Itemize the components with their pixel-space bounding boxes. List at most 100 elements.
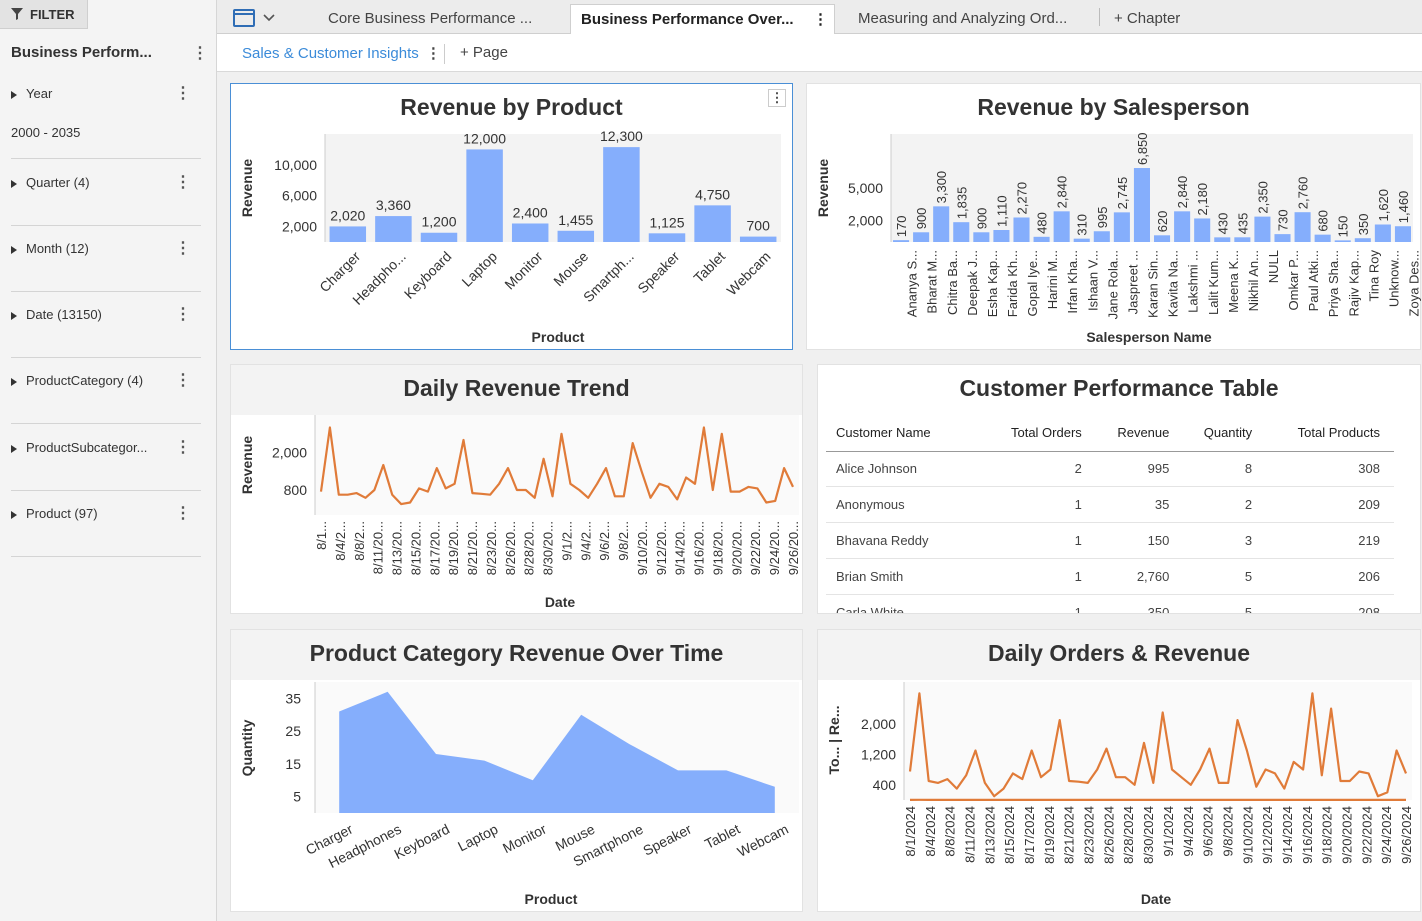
bar [603, 147, 640, 242]
bar [1073, 238, 1090, 242]
table-cell: 5 [1183, 594, 1267, 613]
y-tick-label: 25 [285, 723, 301, 739]
more-options-icon[interactable]: ⋮ [192, 45, 208, 63]
x-tick-label: 9/6/2024 [1201, 806, 1216, 857]
x-tick-label: Laptop [455, 821, 501, 855]
tab-sales-customer-insights[interactable]: Sales & Customer Insights ⋮ [242, 44, 441, 62]
more-options-icon[interactable]: ⋮ [175, 505, 191, 523]
filter-item-year[interactable]: Year ⋮ [11, 85, 201, 103]
data-label: 4,750 [695, 186, 730, 202]
column-header[interactable]: Total Orders [983, 415, 1096, 452]
daily-orders-revenue-card[interactable]: Daily Orders & Revenue 400 1,200 2,000 8/1/… [817, 629, 1421, 912]
table-row[interactable]: Carla White 1 350 5 208 [826, 594, 1394, 613]
y-tick-label: 6,000 [282, 188, 317, 204]
data-label: 150 [1336, 216, 1351, 238]
x-tick-label: 8/17/2024 [1022, 806, 1037, 864]
more-options-icon[interactable]: ⋮ [426, 45, 441, 62]
add-page-button[interactable]: + Page [460, 44, 508, 61]
divider [11, 158, 201, 159]
x-tick-label: 8/19/2024 [1042, 806, 1057, 864]
table-cell: 3 [1183, 522, 1267, 559]
x-tick-label: Kavita Na... [1166, 250, 1181, 317]
table-scroll-area[interactable]: Customer Name Total Orders Revenue Quantity… [818, 365, 1404, 613]
more-options-icon[interactable]: ⋮ [175, 306, 191, 324]
bar [420, 232, 458, 242]
bar [1194, 218, 1211, 242]
data-label: 6,850 [1135, 132, 1150, 165]
data-label: 2,270 [1015, 182, 1030, 215]
x-tick-label: Nikhil An... [1246, 250, 1261, 311]
more-options-icon[interactable]: ⋮ [813, 10, 828, 28]
bar [739, 236, 777, 242]
window-icon [233, 9, 255, 27]
data-label: 730 [1276, 209, 1291, 231]
data-label: 3,300 [934, 171, 949, 204]
table-row[interactable]: Alice Johnson 2 995 8 308 [826, 451, 1394, 488]
bar [1334, 240, 1351, 242]
filter-tab-label: FILTER [30, 6, 75, 22]
data-label: 480 [1035, 212, 1050, 234]
bar [1314, 234, 1331, 242]
x-tick-label: 9/4/2... [578, 521, 593, 561]
more-options-icon[interactable]: ⋮ [175, 174, 191, 192]
x-tick-label: 9/14/20... [673, 521, 688, 575]
table-cell: 308 [1266, 451, 1394, 488]
x-tick-label: Jane Rola... [1105, 250, 1120, 319]
more-options-icon[interactable]: ⋮ [175, 85, 191, 103]
filter-panel: FILTER Business Perform... ⋮ Year ⋮ 2000… [0, 0, 217, 921]
x-tick-label: 9/20/2024 [1339, 806, 1354, 864]
table-row[interactable]: Bhavana Reddy 1 150 3 219 [826, 522, 1394, 559]
column-header[interactable]: Revenue [1095, 415, 1184, 452]
table-cell: Carla White [826, 594, 984, 613]
table-cell: 35 [1095, 486, 1184, 524]
data-label: 2,020 [330, 207, 365, 223]
expand-arrow-icon [11, 510, 17, 519]
add-chapter-button[interactable]: + Chapter [1104, 4, 1190, 34]
tab-business-performance-over[interactable]: Business Performance Over... ⋮ [570, 4, 835, 34]
revenue-by-salesperson-card[interactable]: Revenue by Salesperson 2,000 5,000 170 Anan… [806, 83, 1422, 350]
filter-item-productsubcategory[interactable]: ProductSubcategor... ⋮ [11, 439, 201, 457]
bar [1093, 231, 1110, 242]
daily-revenue-trend-card[interactable]: Daily Revenue Trend 800 2,000 8/1... 8/4/2.… [230, 364, 803, 614]
table-cell: 209 [1266, 486, 1394, 524]
column-header[interactable]: Customer Name [826, 415, 984, 452]
table-cell: 2 [983, 451, 1096, 488]
column-header[interactable]: Total Products [1266, 415, 1394, 452]
filter-item-month[interactable]: Month (12) ⋮ [11, 240, 201, 258]
column-header[interactable]: Quantity [1183, 415, 1267, 452]
x-tick-label: 8/15/2024 [1002, 806, 1017, 864]
product-category-revenue-card[interactable]: Product Category Revenue Over Time 5 15 25… [230, 629, 803, 912]
expand-arrow-icon [11, 377, 17, 386]
tab-core-business-performance[interactable]: Core Business Performance ... [318, 4, 550, 34]
chapter-navigator-button[interactable] [233, 7, 305, 29]
x-tick-label: Meena K... [1226, 250, 1241, 313]
filter-item-quarter[interactable]: Quarter (4) ⋮ [11, 174, 201, 192]
revenue-by-salesperson-chart: 2,000 5,000 170 Ananya S... 900 Bharat M... 3,… [815, 132, 1422, 345]
table-row[interactable]: Brian Smith 1 2,760 5 206 [826, 558, 1394, 595]
revenue-by-product-card[interactable]: Revenue by Product ⋮ 2,000 6,000 10,000 2,0… [230, 83, 793, 350]
more-options-icon[interactable]: ⋮ [175, 240, 191, 258]
x-tick-label: Monitor [501, 248, 546, 293]
x-axis-title: Product [532, 329, 585, 345]
y-tick-label: 5,000 [848, 180, 883, 196]
year-range-value: 2000 - 2035 [11, 125, 81, 140]
table-row[interactable]: Anonymous 1 35 2 209 [826, 486, 1394, 524]
more-options-icon[interactable]: ⋮ [175, 372, 191, 390]
filter-item-date[interactable]: Date (13150) ⋮ [11, 306, 201, 324]
filter-item-productcategory[interactable]: ProductCategory (4) ⋮ [11, 372, 201, 390]
y-tick-label: 15 [285, 756, 301, 772]
more-options-icon[interactable]: ⋮ [175, 439, 191, 457]
filter-tab[interactable]: FILTER [0, 0, 88, 29]
x-tick-label: 8/13/2024 [982, 806, 997, 864]
filter-item-label: Product (97) [26, 506, 98, 521]
tab-measuring-and-analyzing[interactable]: Measuring and Analyzing Ord... [848, 4, 1093, 34]
tab-label: Business Performance Over... [581, 11, 794, 28]
filter-item-product[interactable]: Product (97) ⋮ [11, 505, 201, 523]
x-tick-label: 8/28/2024 [1121, 806, 1136, 864]
bar [1013, 217, 1030, 242]
bar [375, 216, 412, 242]
customer-performance-card[interactable]: Customer Performance Table Customer Name… [817, 364, 1421, 614]
customer-performance-table: Customer Name Total Orders Revenue Quantity… [826, 415, 1394, 613]
table-cell: 2,760 [1095, 558, 1184, 595]
x-tick-label: NULL [1266, 250, 1281, 283]
